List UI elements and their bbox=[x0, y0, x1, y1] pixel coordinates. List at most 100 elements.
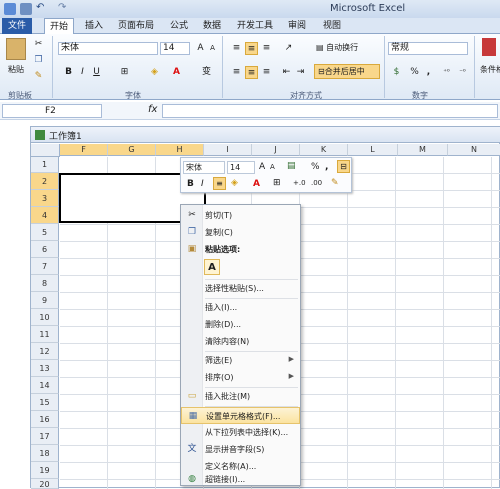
tab-insert[interactable]: 插入 bbox=[80, 18, 108, 34]
mini-merge-icon[interactable]: ⊟ bbox=[337, 160, 350, 173]
align-top-icon[interactable]: ≡ bbox=[230, 42, 243, 55]
paste-icon[interactable] bbox=[6, 38, 26, 60]
menu-item-pick-from-list[interactable]: 从下拉列表中选择(K)... bbox=[181, 424, 300, 441]
mini-font-size-select[interactable]: 14 bbox=[227, 161, 255, 174]
underline-button[interactable]: U bbox=[90, 66, 103, 79]
merge-center-button[interactable]: ⊟合并后居中 bbox=[314, 64, 380, 79]
mini-format-painter-icon[interactable]: ✎ bbox=[331, 178, 339, 188]
row-header[interactable]: 4 bbox=[31, 207, 59, 224]
border-icon[interactable]: ⊞ bbox=[118, 66, 131, 79]
menu-item-filter[interactable]: 筛选(E) ▶ bbox=[181, 352, 300, 369]
align-left-icon[interactable]: ≡ bbox=[230, 66, 243, 79]
menu-item-cut[interactable]: ✂ 剪切(T) bbox=[181, 207, 300, 224]
row-header[interactable]: 6 bbox=[31, 241, 59, 258]
font-name-select[interactable]: 宋体 bbox=[58, 42, 158, 55]
tab-formulas[interactable]: 公式 bbox=[165, 18, 193, 34]
copy-icon[interactable]: ❐ bbox=[32, 54, 45, 67]
fill-color-icon[interactable]: ◈ bbox=[148, 66, 161, 79]
row-header[interactable]: 1 bbox=[31, 157, 59, 173]
menu-item-format-cells[interactable]: ▦ 设置单元格格式(F)... bbox=[181, 407, 300, 424]
mini-increase-decimal-button[interactable]: +.0 bbox=[293, 179, 306, 187]
mini-bold-button[interactable]: B bbox=[187, 179, 194, 189]
mini-font-name-select[interactable]: 宋体 bbox=[183, 161, 225, 174]
tab-file[interactable]: 文件 bbox=[2, 18, 32, 34]
tab-page-layout[interactable]: 页面布局 bbox=[113, 18, 159, 34]
column-header[interactable]: L bbox=[348, 144, 398, 156]
menu-item-insert[interactable]: 插入(I)... bbox=[181, 299, 300, 316]
row-header[interactable]: 5 bbox=[31, 224, 59, 241]
mini-grow-font-button[interactable]: A bbox=[259, 162, 265, 172]
row-header[interactable]: 11 bbox=[31, 326, 59, 343]
mini-decrease-decimal-button[interactable]: .00 bbox=[311, 179, 322, 187]
row-header[interactable]: 14 bbox=[31, 377, 59, 394]
row-header[interactable]: 13 bbox=[31, 360, 59, 377]
cut-icon[interactable]: ✂ bbox=[32, 38, 45, 51]
row-header[interactable]: 18 bbox=[31, 445, 59, 462]
conditional-format-icon[interactable] bbox=[482, 38, 496, 56]
mini-fill-color-icon[interactable]: ◈ bbox=[231, 178, 238, 188]
row-header[interactable]: 17 bbox=[31, 428, 59, 445]
column-header[interactable]: G bbox=[108, 144, 156, 156]
mini-accounting-icon[interactable]: ▤ bbox=[287, 161, 296, 171]
column-header[interactable]: J bbox=[252, 144, 300, 156]
row-header[interactable]: 12 bbox=[31, 343, 59, 360]
format-painter-icon[interactable]: ✎ bbox=[32, 70, 45, 83]
column-header[interactable]: F bbox=[60, 144, 108, 156]
align-right-icon[interactable]: ≡ bbox=[260, 66, 273, 79]
mini-font-color-button[interactable]: A bbox=[253, 179, 260, 189]
save-icon[interactable] bbox=[20, 3, 32, 15]
conditional-format-button[interactable]: 条件格 bbox=[480, 64, 500, 75]
row-header[interactable]: 7 bbox=[31, 258, 59, 275]
increase-decimal-icon[interactable]: ⁺⁰ bbox=[440, 66, 453, 79]
row-header[interactable]: 16 bbox=[31, 411, 59, 428]
paste-option-button[interactable]: A bbox=[204, 259, 220, 275]
tab-review[interactable]: 审阅 bbox=[283, 18, 311, 34]
redo-icon[interactable]: ↷ bbox=[58, 2, 66, 13]
paste-button[interactable]: 粘贴 bbox=[8, 64, 24, 75]
undo-icon[interactable]: ↶ bbox=[36, 2, 44, 13]
tab-view[interactable]: 视图 bbox=[318, 18, 346, 34]
insert-function-button[interactable]: fx bbox=[148, 104, 157, 115]
tab-developer[interactable]: 开发工具 bbox=[232, 18, 278, 34]
menu-item-paste-special[interactable]: 选择性粘贴(S)... bbox=[181, 280, 300, 297]
comma-button[interactable]: , bbox=[422, 66, 435, 79]
mini-border-icon[interactable]: ⊞ bbox=[273, 178, 281, 188]
menu-item-show-phonetic[interactable]: 文 显示拼音字段(S) bbox=[181, 441, 300, 458]
menu-item-sort[interactable]: 排序(O) ▶ bbox=[181, 369, 300, 386]
mini-center-icon[interactable]: ≡ bbox=[213, 177, 226, 190]
row-header[interactable]: 10 bbox=[31, 309, 59, 326]
tab-home[interactable]: 开始 bbox=[44, 18, 75, 35]
shrink-font-icon[interactable]: A bbox=[206, 42, 219, 55]
row-header[interactable]: 9 bbox=[31, 292, 59, 309]
orientation-icon[interactable]: ↗ bbox=[282, 42, 295, 55]
row-header[interactable]: 3 bbox=[31, 190, 59, 207]
number-format-select[interactable]: 常规 bbox=[388, 42, 468, 55]
menu-item-copy[interactable]: ❐ 复制(C) bbox=[181, 224, 300, 241]
column-header[interactable]: K bbox=[300, 144, 348, 156]
column-header[interactable]: H bbox=[156, 144, 204, 156]
align-middle-icon[interactable]: ≡ bbox=[245, 42, 258, 55]
row-header[interactable]: 8 bbox=[31, 275, 59, 292]
menu-item-insert-comment[interactable]: ▭ 插入批注(M) bbox=[181, 388, 300, 405]
font-color-button[interactable]: A bbox=[170, 66, 183, 79]
mini-italic-button[interactable]: I bbox=[201, 179, 204, 189]
column-header[interactable]: N bbox=[448, 144, 500, 156]
percent-button[interactable]: % bbox=[408, 66, 421, 79]
decrease-indent-icon[interactable]: ⇤ bbox=[280, 66, 293, 79]
column-header[interactable]: I bbox=[204, 144, 252, 156]
wrap-text-button[interactable]: ▤ 自动换行 bbox=[316, 42, 358, 53]
mini-shrink-font-button[interactable]: A bbox=[270, 163, 275, 171]
tab-data[interactable]: 数据 bbox=[198, 18, 226, 34]
font-size-select[interactable]: 14 bbox=[160, 42, 190, 55]
phonetic-icon[interactable]: 变 bbox=[200, 66, 213, 79]
align-bottom-icon[interactable]: ≡ bbox=[260, 42, 273, 55]
mini-comma-button[interactable]: , bbox=[325, 162, 328, 172]
row-header[interactable]: 19 bbox=[31, 462, 59, 479]
row-header[interactable]: 2 bbox=[31, 173, 59, 190]
formula-input[interactable] bbox=[162, 104, 498, 118]
select-all-corner[interactable] bbox=[31, 144, 60, 157]
italic-button[interactable]: I bbox=[76, 66, 89, 79]
bold-button[interactable]: B bbox=[62, 66, 75, 79]
menu-item-clear[interactable]: 清除内容(N) bbox=[181, 333, 300, 350]
menu-item-hyperlink[interactable]: ◍ 超链接(I)... bbox=[181, 471, 300, 488]
